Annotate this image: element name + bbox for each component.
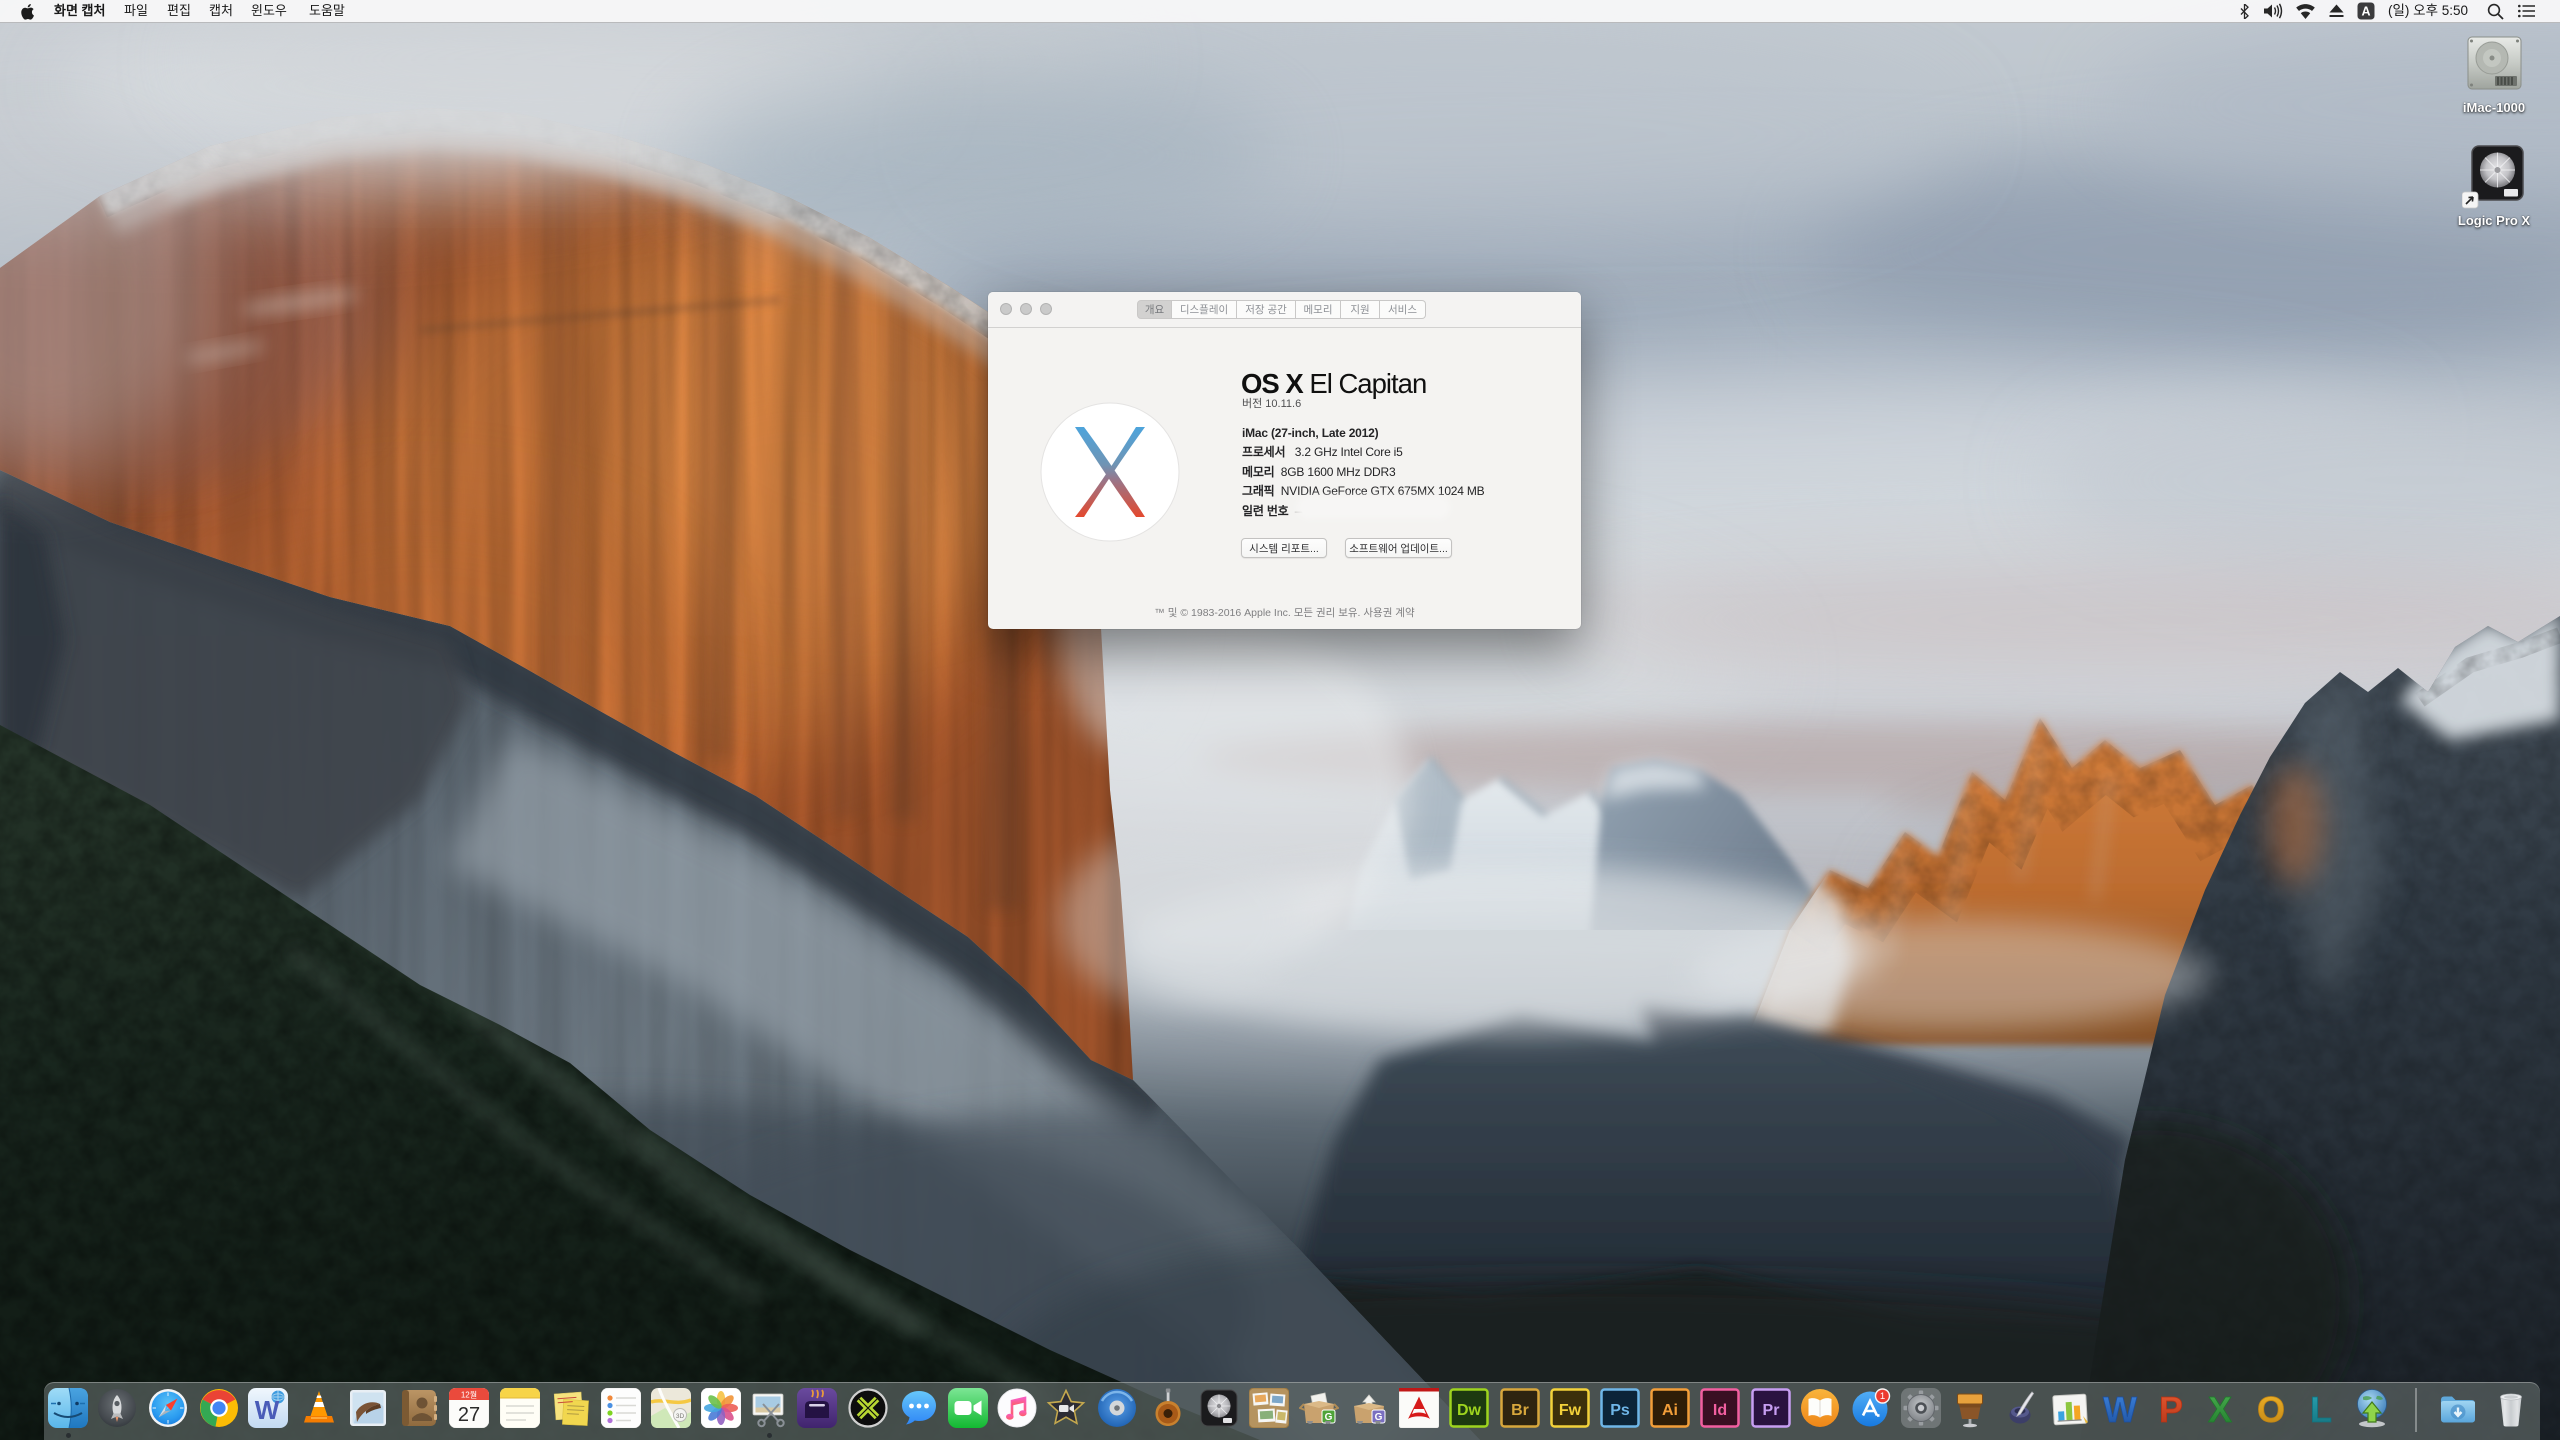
svg-text:12월: 12월 bbox=[461, 1390, 477, 1400]
svg-text:Pr: Pr bbox=[1763, 1402, 1780, 1419]
svg-text:O: O bbox=[2257, 1389, 2285, 1428]
svg-text:L: L bbox=[2310, 1389, 2332, 1428]
svg-text:Ai: Ai bbox=[1662, 1402, 1678, 1419]
svg-text:A: A bbox=[2361, 5, 2370, 19]
svg-text:3D: 3D bbox=[676, 1413, 685, 1420]
svg-text:X: X bbox=[2208, 1389, 2232, 1428]
svg-text:P: P bbox=[2159, 1389, 2183, 1428]
svg-text:1: 1 bbox=[1880, 1391, 1885, 1402]
svg-text:Dw: Dw bbox=[1457, 1402, 1482, 1419]
svg-text:27: 27 bbox=[458, 1404, 480, 1426]
svg-text:Ps: Ps bbox=[1610, 1402, 1630, 1419]
svg-text:W: W bbox=[255, 1395, 280, 1425]
svg-text:Id: Id bbox=[1713, 1402, 1727, 1419]
svg-text:W: W bbox=[2103, 1389, 2137, 1428]
svg-text:Fw: Fw bbox=[1559, 1402, 1582, 1419]
svg-text:Br: Br bbox=[1511, 1402, 1529, 1419]
